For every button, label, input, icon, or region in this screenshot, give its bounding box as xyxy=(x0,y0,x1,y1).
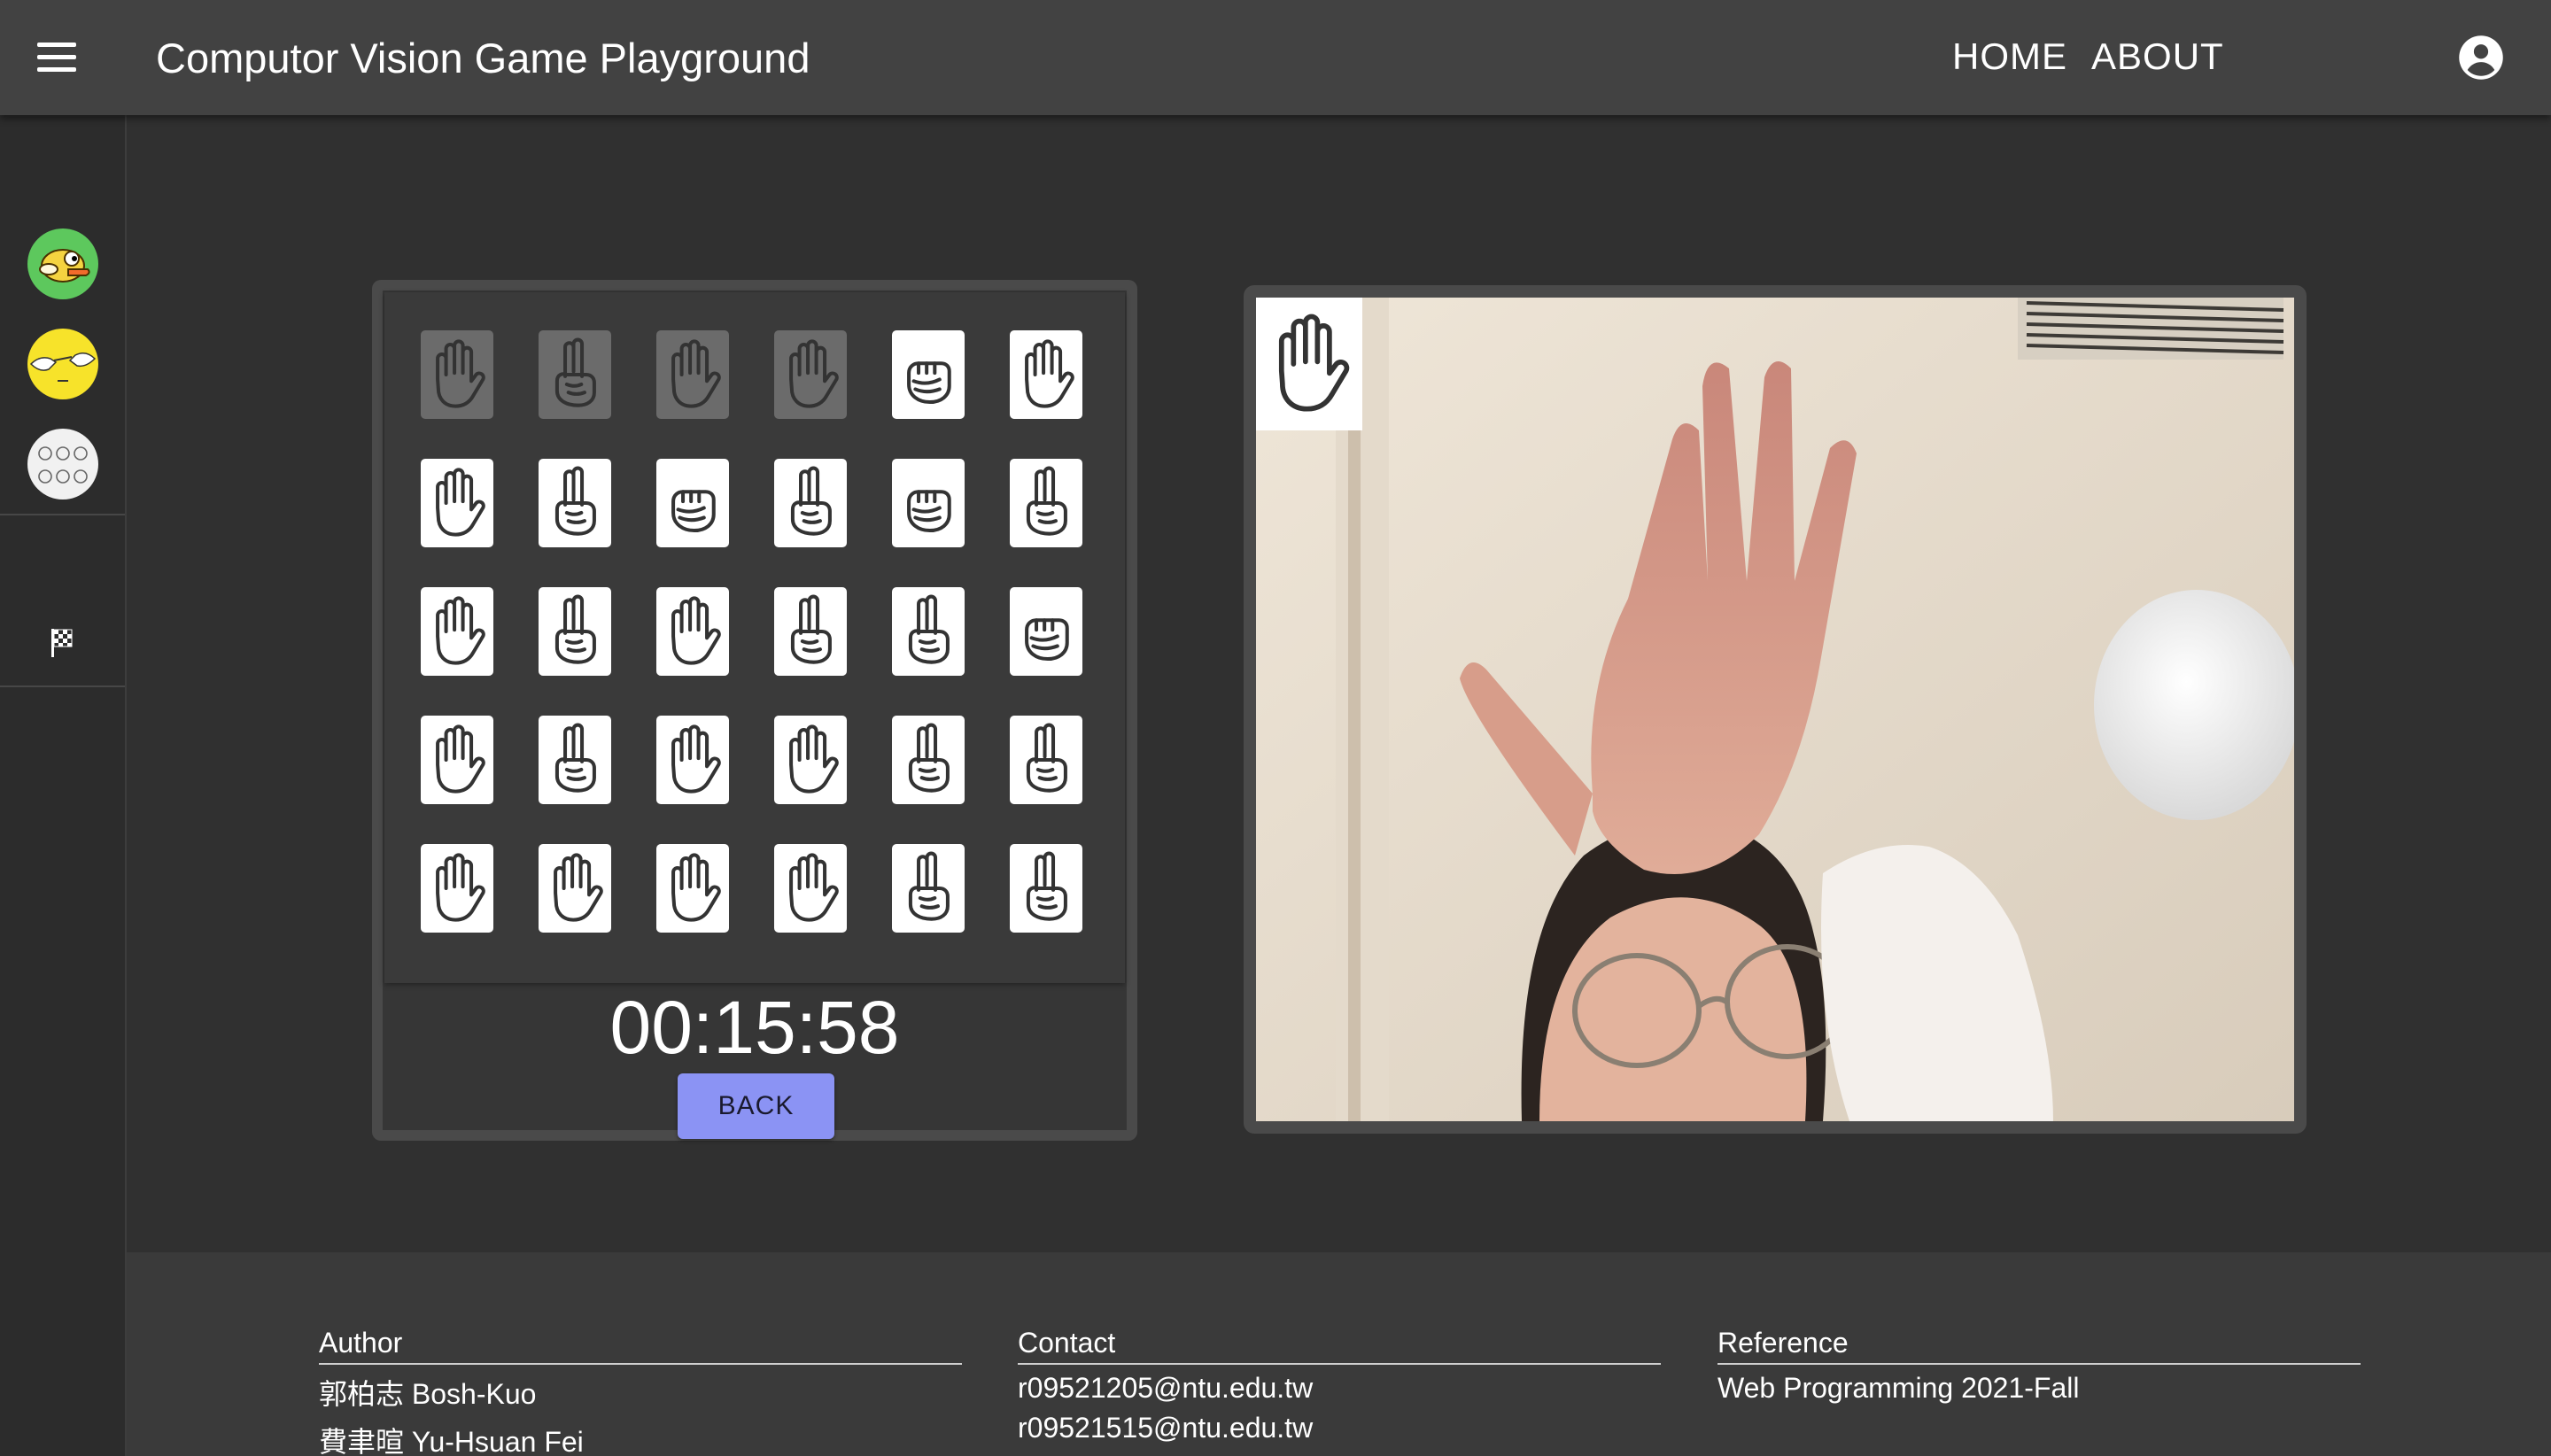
gesture-card-scissors xyxy=(539,330,611,419)
gesture-card-paper xyxy=(421,459,493,547)
gesture-card-paper xyxy=(1010,330,1082,419)
gesture-card-paper xyxy=(774,716,847,804)
gesture-card-rock xyxy=(1010,587,1082,676)
menu-icon[interactable] xyxy=(37,43,76,73)
gesture-card-rock xyxy=(892,459,965,547)
gesture-card-scissors xyxy=(892,587,965,676)
paper-hand-icon xyxy=(436,596,485,665)
footer-reference-line: Web Programming 2021-Fall xyxy=(1717,1372,2080,1404)
account-circle-icon[interactable] xyxy=(2457,34,2505,81)
gesture-card-paper xyxy=(656,844,729,933)
footer-author-line: 費聿暄 Yu-Hsuan Fei xyxy=(319,1426,584,1456)
footer-reference-column: Reference Web Programming 2021-Fall xyxy=(1717,1327,2361,1405)
gesture-card-paper xyxy=(656,587,729,676)
scissors-hand-icon xyxy=(1026,851,1067,921)
gesture-card-paper xyxy=(539,844,611,933)
gesture-card-scissors xyxy=(1010,844,1082,933)
rock-hand-icon xyxy=(1025,618,1069,662)
webcam-feed xyxy=(1256,298,2294,1121)
scissors-hand-icon xyxy=(554,466,596,536)
rock-hand-icon xyxy=(907,490,951,533)
paper-hand-icon xyxy=(1025,339,1074,408)
gesture-card-scissors xyxy=(892,844,965,933)
paper-hand-icon xyxy=(789,339,839,408)
scissors-hand-icon xyxy=(1026,466,1067,536)
footer-author-line: 郭柏志 Bosh-Kuo xyxy=(319,1378,537,1410)
paper-hand-icon xyxy=(436,724,485,794)
rock-hand-icon xyxy=(671,490,716,533)
footer-author-column: Author 郭柏志 Bosh-Kuo 費聿暄 Yu-Hsuan Fei xyxy=(319,1327,962,1456)
scissors-hand-icon xyxy=(554,337,596,407)
footer-reference-heading: Reference xyxy=(1717,1327,2361,1365)
footer-contact-column: Contact r09521205@ntu.edu.tw r09521515@n… xyxy=(1018,1327,1661,1444)
scissors-hand-icon xyxy=(790,466,832,536)
scissors-hand-icon xyxy=(554,594,596,664)
checkered-flag-icon[interactable] xyxy=(50,627,76,659)
paper-hand-icon xyxy=(671,339,721,408)
gesture-card-paper xyxy=(421,716,493,804)
rock-hand-icon xyxy=(907,361,951,405)
paper-hand-icon xyxy=(671,853,721,922)
sidebar-divider xyxy=(0,685,125,687)
rock-paper-scissors-icon[interactable] xyxy=(27,429,98,500)
paper-hand-icon xyxy=(671,596,721,665)
paper-hand-icon xyxy=(436,339,485,408)
paper-hand-icon xyxy=(554,853,603,922)
gesture-card-paper xyxy=(421,844,493,933)
gesture-card-scissors xyxy=(892,716,965,804)
gesture-card-scissors xyxy=(774,587,847,676)
gesture-card-grid xyxy=(384,292,1125,983)
back-button[interactable]: BACK xyxy=(678,1073,834,1139)
sidebar xyxy=(0,115,127,1456)
app-bar: Computor Vision Game Playground HOME ABO… xyxy=(0,0,2551,115)
flappy-bird-icon[interactable] xyxy=(27,228,98,299)
gesture-card-scissors xyxy=(1010,716,1082,804)
gesture-card-paper xyxy=(421,330,493,419)
nav-about-link[interactable]: ABOUT xyxy=(2091,35,2224,78)
footer: Author 郭柏志 Bosh-Kuo 費聿暄 Yu-Hsuan Fei Con… xyxy=(127,1252,2551,1456)
paper-hand-icon xyxy=(436,468,485,537)
scissors-hand-icon xyxy=(908,723,950,793)
footer-contact-email[interactable]: r09521205@ntu.edu.tw xyxy=(1018,1372,1661,1405)
gesture-card-scissors xyxy=(1010,459,1082,547)
scissors-hand-icon xyxy=(790,594,832,664)
paper-hand-icon xyxy=(1256,298,1362,430)
gesture-card-rock xyxy=(892,330,965,419)
game-timer: 00:15:58 xyxy=(609,986,900,1069)
gesture-card-scissors xyxy=(539,716,611,804)
scissors-hand-icon xyxy=(554,723,596,793)
scissors-hand-icon xyxy=(908,594,950,664)
gesture-card-paper xyxy=(656,716,729,804)
app-title: Computor Vision Game Playground xyxy=(156,35,810,81)
camera-panel xyxy=(1244,285,2307,1134)
gesture-card-scissors xyxy=(774,459,847,547)
paper-hand-icon xyxy=(671,724,721,794)
footer-contact-email[interactable]: r09521515@ntu.edu.tw xyxy=(1018,1412,1661,1444)
gesture-card-rock xyxy=(656,459,729,547)
hand-clap-icon[interactable] xyxy=(27,329,98,399)
gesture-card-paper xyxy=(774,844,847,933)
gesture-card-paper xyxy=(774,330,847,419)
gesture-card-scissors xyxy=(539,459,611,547)
footer-author-heading: Author xyxy=(319,1327,962,1365)
scissors-hand-icon xyxy=(1026,723,1067,793)
footer-contact-heading: Contact xyxy=(1018,1327,1661,1365)
gesture-card-scissors xyxy=(539,587,611,676)
paper-hand-icon xyxy=(436,853,485,922)
game-board-panel: 00:15:58 BACK xyxy=(372,280,1137,1141)
paper-hand-icon xyxy=(789,724,839,794)
scissors-hand-icon xyxy=(908,851,950,921)
gesture-card-paper xyxy=(421,587,493,676)
sidebar-divider xyxy=(0,514,125,515)
gesture-card-paper xyxy=(656,330,729,419)
paper-hand-icon xyxy=(789,853,839,922)
nav-home-link[interactable]: HOME xyxy=(1952,35,2067,78)
